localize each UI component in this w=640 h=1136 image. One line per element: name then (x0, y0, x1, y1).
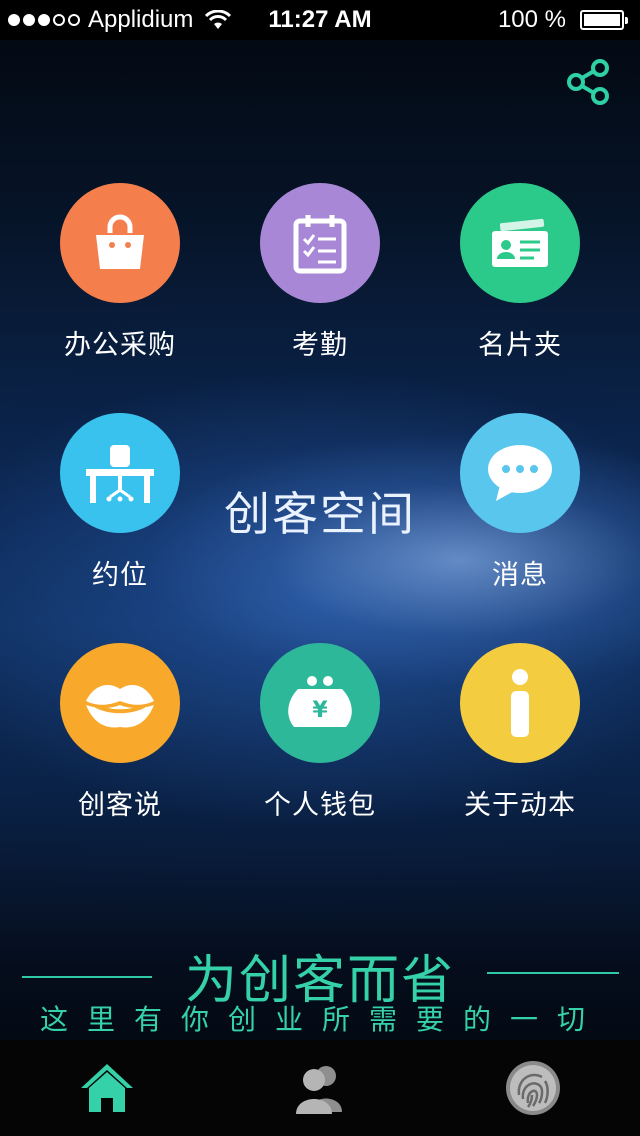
fingerprint-icon (506, 1061, 560, 1115)
battery-percentage: 100 % (497, 6, 566, 33)
tile-label: 考勤 (292, 330, 348, 361)
tile-label: 创客说 (78, 790, 162, 821)
tab-fingerprint[interactable] (493, 1048, 573, 1128)
slogan-divider-left (22, 976, 152, 978)
tile-office-purchase[interactable]: 办公采购 (30, 183, 210, 362)
info-icon (511, 669, 529, 737)
tile-booking-circle (60, 413, 180, 533)
tile-label: 关于动本 (464, 790, 576, 821)
tile-label: 约位 (92, 560, 148, 591)
users-icon (296, 1066, 342, 1114)
desk-chair-icon (86, 445, 154, 503)
tile-messages[interactable]: 消息 (430, 413, 610, 592)
slogan-subtitle: 这里有你创业所需要的一切 (40, 1003, 605, 1036)
tile-messages-circle (460, 413, 580, 533)
battery-icon (580, 10, 628, 30)
center-title: 创客空间 (224, 487, 416, 541)
home-icon (81, 1064, 133, 1112)
tile-wallet-circle: ¥ (260, 643, 380, 763)
status-bar: Applidium 11:27 AM 100 % (0, 0, 640, 40)
tile-attendance-circle (260, 183, 380, 303)
tab-bar (0, 1040, 640, 1136)
svg-text:¥: ¥ (312, 698, 328, 723)
tile-label: 名片夹 (478, 330, 562, 361)
wallet-purse-icon: ¥ (288, 676, 352, 727)
tab-contacts[interactable] (280, 1048, 360, 1128)
tile-attendance[interactable]: 考勤 (230, 183, 410, 362)
slogan-banner: 为创客而省 这里有你创业所需要的一切 (0, 938, 640, 1038)
tile-office-purchase-circle (60, 183, 180, 303)
tile-label: 办公采购 (64, 330, 176, 361)
lips-icon (86, 685, 154, 728)
calendar-checklist-icon (293, 215, 347, 274)
chat-bubble-icon (488, 445, 552, 501)
slogan-divider-right (487, 972, 619, 974)
tile-label: 个人钱包 (264, 790, 376, 821)
tile-business-cards[interactable]: 名片夹 (430, 183, 610, 362)
share-button[interactable] (566, 58, 612, 106)
shopping-bag-icon (96, 214, 144, 269)
tile-about-circle (460, 643, 580, 763)
tile-business-cards-circle (460, 183, 580, 303)
tile-wallet[interactable]: ¥ 个人钱包 (230, 643, 410, 822)
tile-about[interactable]: 关于动本 (430, 643, 610, 822)
share-icon (567, 59, 609, 105)
tile-label: 消息 (492, 560, 548, 591)
tile-maker-talk-circle (60, 643, 180, 763)
business-card-icon (492, 218, 548, 267)
tile-maker-talk[interactable]: 创客说 (30, 643, 210, 822)
tab-home[interactable] (67, 1048, 147, 1128)
